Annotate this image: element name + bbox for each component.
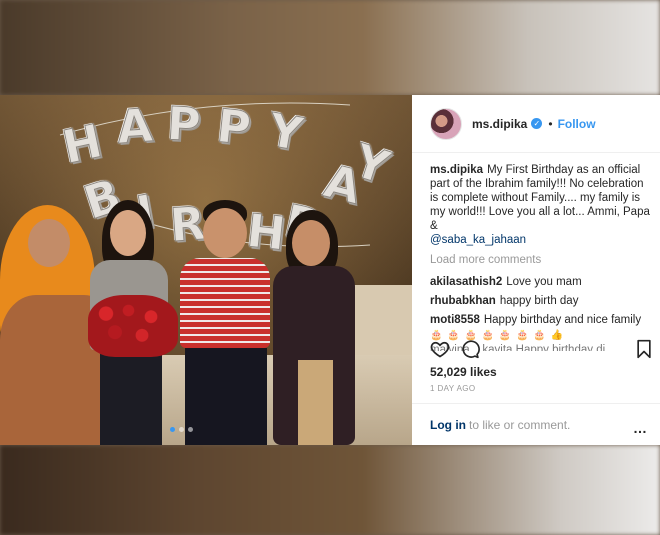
verified-badge-icon: ✓ (531, 118, 543, 129)
comment-bubble-icon[interactable] (460, 339, 480, 359)
username-link[interactable]: ms.dipika (472, 117, 527, 131)
follow-button[interactable]: Follow (558, 117, 596, 131)
blurred-background-bottom (0, 445, 660, 535)
post-timestamp: 1 DAY AGO (430, 384, 476, 393)
action-bar (430, 339, 653, 363)
login-prompt-text: Log in to like or comment. (430, 418, 570, 432)
post-header: ms.dipika ✓ • Follow (412, 95, 660, 153)
balloon-letter: A (115, 97, 155, 155)
comments-section: ms.dipika My First Birthday as an officia… (430, 163, 652, 351)
caption: ms.dipika My First Birthday as an officia… (430, 163, 652, 247)
comment-username[interactable]: rhubabkhan (430, 295, 496, 307)
comment-text: Love you mam (506, 276, 582, 288)
post-sidebar: ms.dipika ✓ • Follow ms.dipika My First B… (412, 95, 660, 445)
avatar[interactable] (430, 107, 462, 140)
comment-text: Happy birthday and nice family (483, 314, 642, 326)
more-options-icon[interactable]: … (633, 420, 648, 436)
login-suffix: to like or comment. (469, 417, 571, 432)
rose-bouquet (88, 295, 178, 357)
balloon-letter: P (214, 98, 254, 156)
balloon-letter: H (57, 113, 107, 175)
carousel-dot[interactable] (170, 427, 175, 432)
person-man (175, 200, 275, 445)
comment-username[interactable]: akilasathish2 (430, 276, 502, 288)
carousel-dot[interactable] (188, 427, 193, 432)
load-more-comments[interactable]: Load more comments (430, 253, 652, 267)
comment-text: happy birth day (499, 295, 579, 307)
comment-item: moti8558 Happy birthday and nice family (430, 313, 652, 327)
bookmark-icon[interactable] (635, 339, 653, 359)
caption-mention[interactable]: @saba_ka_jahaan (430, 234, 526, 246)
likes-count[interactable]: 52,029 likes (430, 365, 497, 379)
blurred-background-top (0, 0, 660, 95)
comment-username[interactable]: moti8558 (430, 314, 480, 326)
balloon-letter: Y (347, 133, 396, 196)
balloon-letter: P (165, 96, 203, 153)
carousel-dots[interactable] (170, 427, 193, 432)
person-right (268, 210, 363, 445)
instagram-post-embed: H A P P Y B I R T H D A Y (0, 95, 660, 445)
balloon-letter: Y (264, 102, 307, 162)
carousel-dot[interactable] (179, 427, 184, 432)
caption-username[interactable]: ms.dipika (430, 164, 483, 176)
separator-dot: • (548, 116, 553, 131)
login-prompt: Log in to like or comment. … (412, 403, 660, 445)
post-photo[interactable]: H A P P Y B I R T H D A Y (0, 95, 412, 445)
comment-item: rhubabkhan happy birth day (430, 294, 652, 308)
login-link[interactable]: Log in (430, 418, 466, 432)
heart-icon[interactable] (430, 339, 450, 359)
comment-item: akilasathish2 Love you mam (430, 275, 652, 289)
